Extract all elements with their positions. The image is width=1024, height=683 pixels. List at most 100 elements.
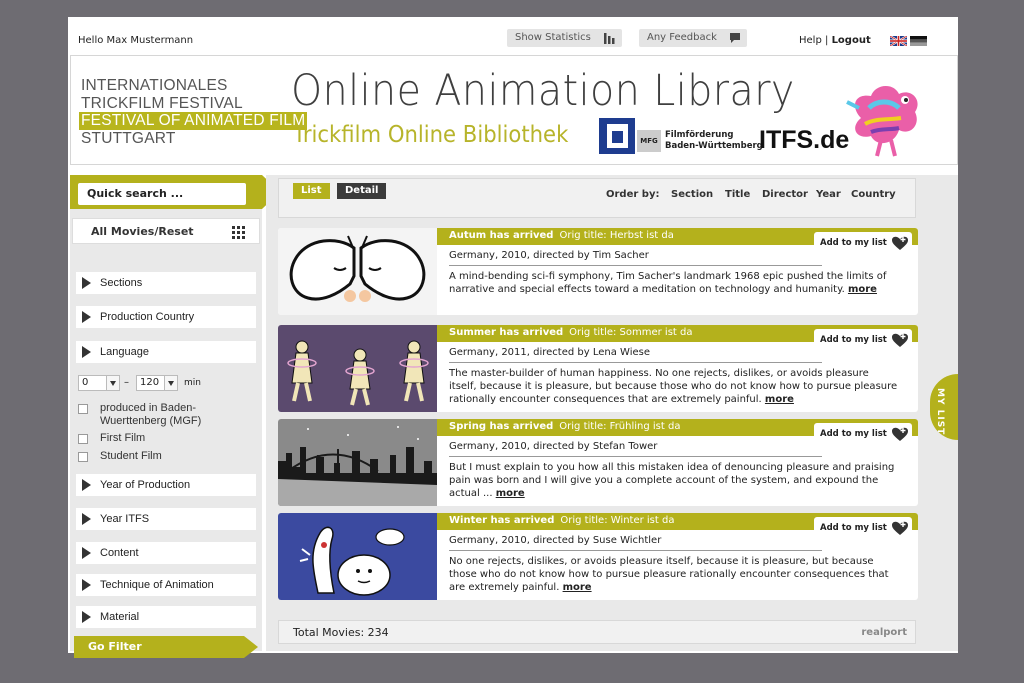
german-flag-icon[interactable] [910,36,927,46]
go-filter-arrow [244,636,258,658]
add-to-my-list-button[interactable]: Add to my list [814,423,912,446]
results-footer: Total Movies: 234 realport [278,620,916,644]
results-panel: List Detail Order by: Section Title Dire… [266,175,958,651]
filter-year-itfs[interactable]: Year ITFS [76,508,256,530]
go-filter-button[interactable]: Go Filter [74,636,244,658]
movie-description: No one rejects, dislikes, or avoids plea… [449,555,899,594]
movie-title[interactable]: Winter has arrived [449,515,554,526]
movie-description-text: No one rejects, dislikes, or avoids plea… [449,556,889,593]
duration-to-select[interactable]: 120 [136,375,178,391]
movie-orig-title: Orig title: Frühling ist da [559,421,681,432]
order-country[interactable]: Country [851,189,896,200]
movie-title[interactable]: Summer has arrived [449,327,563,338]
order-section[interactable]: Section [671,189,713,200]
check-first-film-label: First Film [100,432,146,444]
festival-line-4: STUTTGART [81,129,176,147]
mascot-illustration [846,85,918,157]
separator: | [825,35,829,46]
filter-language[interactable]: Language [76,341,256,363]
mfg-text: Filmförderung Baden-Württemberg [665,130,763,152]
filter-material-label: Material [100,611,140,623]
checkbox[interactable] [78,434,88,444]
expand-arrow-icon [82,547,91,559]
add-to-my-list-button[interactable]: Add to my list [814,329,912,352]
dropdown-arrow-icon [164,376,177,390]
any-feedback-label: Any Feedback [647,32,717,43]
movie-description: A mind-bending sci-fi symphony, Tim Sach… [449,270,899,296]
check-student-film-label: Student Film [100,450,162,462]
movie-thumbnail[interactable] [278,513,437,600]
movie-description-text: The master-builder of human happiness. N… [449,368,898,405]
order-year[interactable]: Year [816,189,841,200]
divider [449,550,822,551]
movie-description: The master-builder of human happiness. N… [449,367,899,406]
more-link[interactable]: more [848,284,877,295]
filter-technique[interactable]: Technique of Animation [76,574,256,596]
library-title: Online Animation Library [291,66,795,116]
add-to-my-list-button[interactable]: Add to my list [814,517,912,540]
movie-card: Autum has arrived Orig title: Herbst ist … [278,228,918,315]
filter-production-country[interactable]: Production Country [76,306,256,328]
any-feedback-button[interactable]: Any Feedback [639,29,747,47]
total-movies-count: Total Movies: 234 [293,626,389,639]
realport-logo: realport [861,627,907,638]
festival-line-1: INTERNATIONALES [81,77,228,94]
check-first-film[interactable]: First Film [78,432,258,445]
tab-detail[interactable]: Detail [337,183,387,199]
movie-card: Winter has arrived Orig title: Winter ist… [278,513,918,600]
filter-production-country-label: Production Country [100,311,195,323]
uk-flag-icon[interactable] [890,36,907,46]
movie-orig-title: Orig title: Herbst ist da [559,230,674,241]
checkbox[interactable] [78,404,88,414]
filter-material[interactable]: Material [76,606,256,628]
expand-arrow-icon [82,513,91,525]
order-director[interactable]: Director [762,189,808,200]
expand-arrow-icon [82,346,91,358]
duration-from-select[interactable]: 0 [78,375,120,391]
filter-technique-label: Technique of Animation [100,579,214,591]
page: Hello Max Mustermann Show Statistics Any… [68,17,958,658]
quick-search-input[interactable]: Quick search ... [78,183,246,205]
site-header: INTERNATIONALES TRICKFILM FESTIVAL FESTI… [70,55,958,165]
filter-year-of-production[interactable]: Year of Production [76,474,256,496]
movie-title[interactable]: Autum has arrived [449,230,553,241]
filter-content-label: Content [100,547,139,559]
expand-arrow-icon [82,277,91,289]
movie-thumbnail[interactable] [278,325,437,412]
all-movies-label: All Movies/Reset [91,225,194,238]
bar-chart-icon [604,33,615,44]
more-link[interactable]: more [765,394,794,405]
duration-from-value: 0 [82,377,89,388]
duration-to-value: 120 [140,377,160,388]
mfg-text-line-1: Filmförderung [665,130,734,140]
check-mgf[interactable]: produced in Baden-Wuerttenberg (MGF) [78,402,258,428]
movie-thumbnail[interactable] [278,419,437,506]
tab-list[interactable]: List [293,183,330,199]
logout-link[interactable]: Logout [832,35,871,46]
library-subtitle: Trickfilm Online Bibliothek [293,122,569,148]
show-statistics-button[interactable]: Show Statistics [507,29,622,47]
filter-sections-label: Sections [100,277,143,289]
divider [449,456,822,457]
expand-arrow-icon [82,311,91,323]
all-movies-reset-button[interactable]: All Movies/Reset [72,218,260,244]
order-title[interactable]: Title [725,189,750,200]
movie-title[interactable]: Spring has arrived [449,421,553,432]
filter-year-itfs-label: Year ITFS [100,513,150,525]
check-student-film[interactable]: Student Film [78,450,258,463]
more-link[interactable]: more [496,488,525,499]
movie-orig-title: Orig title: Winter ist da [560,515,675,526]
heart-plus-icon [892,236,908,250]
filter-content[interactable]: Content [76,542,256,564]
more-link[interactable]: more [563,582,592,593]
movie-thumbnail[interactable] [278,228,437,315]
add-to-my-list-button[interactable]: Add to my list [814,232,912,255]
heart-plus-icon [892,427,908,441]
checkbox[interactable] [78,452,88,462]
help-link[interactable]: Help [799,35,822,46]
movie-description: But I must explain to you how all this m… [449,461,899,500]
duration-unit: min [184,378,201,388]
filter-sections[interactable]: Sections [76,272,256,294]
movie-card: Spring has arrived Orig title: Frühling i… [278,419,918,506]
divider [449,362,822,363]
